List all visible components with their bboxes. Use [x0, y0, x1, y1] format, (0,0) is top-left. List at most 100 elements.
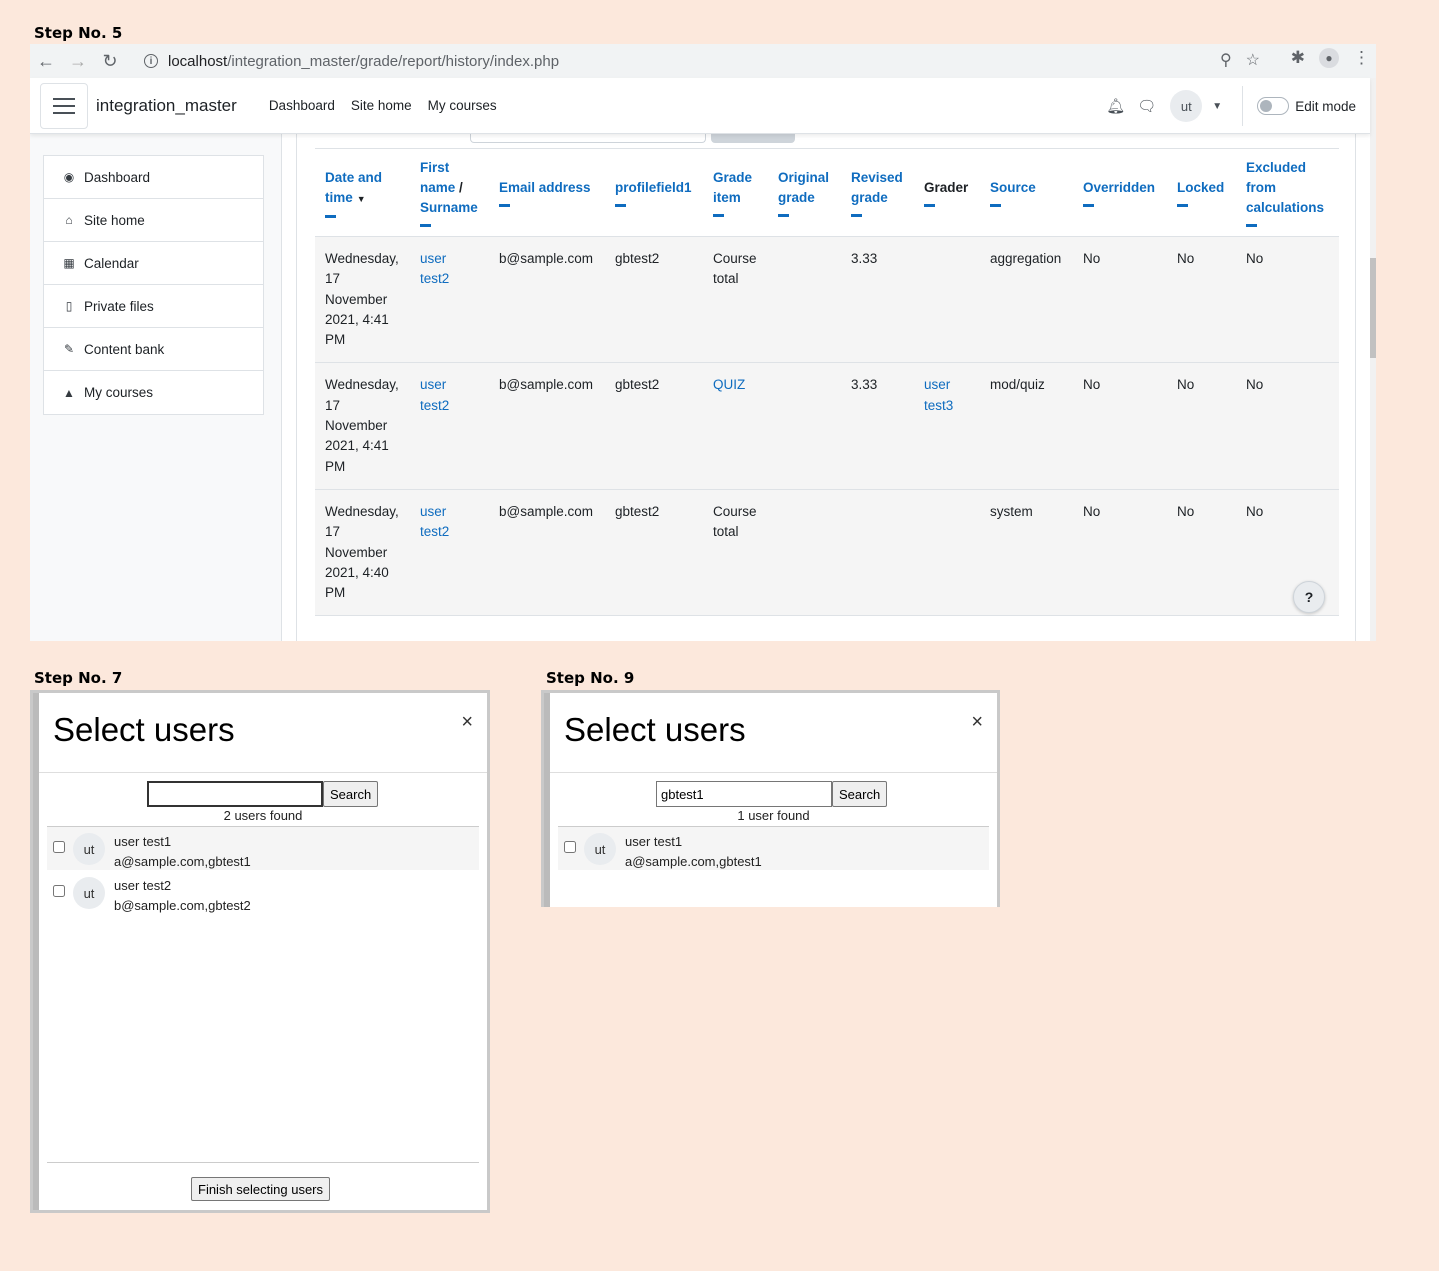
user-select-checkbox[interactable]	[53, 885, 65, 897]
user-list-item[interactable]: ut user test1 a@sample.com,gbtest1	[47, 827, 479, 871]
col-revised-grade[interactable]: Revised grade	[841, 148, 914, 237]
info-icon[interactable]: i	[144, 54, 158, 68]
close-icon[interactable]: ×	[461, 711, 473, 734]
cell-profilefield1: gbtest2	[605, 362, 703, 490]
user-link[interactable]: user test2	[420, 251, 449, 286]
col-overridden[interactable]: Overridden	[1073, 148, 1167, 237]
collapse-icon[interactable]	[713, 214, 724, 217]
cell-date: Wednesday, 17 November 2021, 4:41 PM	[315, 236, 410, 364]
user-list-item[interactable]: ut user test2 b@sample.com,gbtest2	[47, 871, 479, 915]
user-search-input[interactable]	[656, 781, 832, 807]
col-profilefield1[interactable]: profilefield1	[605, 148, 703, 237]
cell-original-grade	[768, 236, 841, 364]
step7-dialog: Select users × Search 2 users found ut us…	[30, 690, 490, 1213]
cell-source: system	[980, 489, 1073, 617]
drawer-item-site-home[interactable]: ⌂ Site home	[44, 199, 263, 242]
user-info: user test2 b@sample.com,gbtest2	[114, 876, 251, 916]
col-excluded[interactable]: Excluded from calculations	[1236, 148, 1339, 237]
close-icon[interactable]: ×	[971, 711, 983, 734]
cell-grade-item: QUIZ	[703, 362, 768, 490]
nav-site-home[interactable]: Site home	[351, 98, 412, 113]
graduation-cap-icon: ▲	[63, 385, 75, 400]
table-row: Wednesday, 17 November 2021, 4:40 PM user test…	[315, 489, 1339, 617]
hamburger-menu-icon[interactable]	[40, 82, 88, 129]
col-original-grade[interactable]: Original grade	[768, 148, 841, 237]
user-name: user test1	[114, 834, 172, 849]
nav-my-courses[interactable]: My courses	[428, 98, 497, 113]
collapse-icon[interactable]	[778, 214, 789, 217]
grader-link[interactable]: user test3	[924, 377, 953, 412]
search-button[interactable]: Search	[323, 781, 379, 807]
cell-profilefield1: gbtest2	[605, 236, 703, 364]
collapse-icon[interactable]	[325, 214, 336, 218]
user-list-item[interactable]: ut user test1 a@sample.com,gbtest1	[558, 827, 989, 871]
user-select-checkbox[interactable]	[564, 841, 576, 853]
divider	[1242, 86, 1244, 126]
profile-icon[interactable]: ●	[1319, 48, 1339, 68]
col-email[interactable]: Email address	[489, 148, 605, 237]
col-name: First name / Surname	[410, 148, 489, 237]
collapse-icon[interactable]	[615, 204, 626, 207]
cell-revised-grade	[841, 489, 914, 617]
user-info: user test1 a@sample.com,gbtest1	[114, 832, 251, 872]
drawer-item-dashboard[interactable]: ◉ Dashboard	[44, 156, 263, 199]
collapse-icon[interactable]	[1246, 224, 1257, 227]
drawer-item-label: Content bank	[84, 341, 165, 357]
cell-email: b@sample.com	[489, 489, 605, 617]
drawer-item-my-courses[interactable]: ▲ My courses	[44, 371, 263, 414]
cell-grader	[914, 489, 980, 617]
collapse-icon[interactable]	[1177, 204, 1188, 207]
drawer-item-calendar[interactable]: ▦ Calendar	[44, 242, 263, 285]
user-select-checkbox[interactable]	[53, 841, 65, 853]
zoom-icon[interactable]: ⚲	[1220, 50, 1232, 70]
reload-icon[interactable]: ↻	[94, 46, 126, 76]
cell-grade-item: Course total	[703, 489, 768, 617]
bookmark-star-icon[interactable]: ☆	[1246, 50, 1260, 70]
collapse-icon[interactable]	[499, 204, 510, 207]
step9-dialog: Select users × Search 1 user found utuse…	[541, 690, 1000, 907]
collapse-icon[interactable]	[851, 214, 862, 217]
nav-dashboard[interactable]: Dashboard	[269, 98, 335, 113]
drawer-item-private-files[interactable]: ▯ Private files	[44, 285, 263, 328]
user-search-input[interactable]	[147, 781, 323, 807]
help-button[interactable]: ?	[1293, 581, 1325, 613]
cell-email: b@sample.com	[489, 362, 605, 490]
search-button[interactable]: Search	[832, 781, 888, 807]
edit-mode-toggle[interactable]	[1257, 97, 1290, 115]
grade-item-link[interactable]: QUIZ	[713, 377, 745, 392]
scrollbar-thumb[interactable]	[1370, 258, 1376, 358]
user-link[interactable]: user test2	[420, 504, 449, 539]
extensions-icon[interactable]: ✱	[1291, 48, 1305, 68]
col-date[interactable]: Date and time ▼	[315, 148, 410, 237]
kebab-menu-icon[interactable]: ⋮	[1353, 48, 1370, 68]
collapse-icon[interactable]	[990, 204, 1001, 207]
collapse-icon[interactable]	[420, 224, 431, 227]
caret-down-icon[interactable]: ▼	[1212, 101, 1222, 112]
drawer-item-label: Dashboard	[84, 169, 151, 185]
drawer-item-content-bank[interactable]: ✎ Content bank	[44, 328, 263, 371]
top-navbar: integration_master Dashboard Site home M…	[30, 78, 1370, 134]
cell-overridden: No	[1073, 489, 1167, 617]
col-locked[interactable]: Locked	[1167, 148, 1236, 237]
collapse-icon[interactable]	[924, 204, 935, 207]
chat-icon[interactable]: 🗨︎	[1137, 97, 1156, 115]
col-source[interactable]: Source	[980, 148, 1073, 237]
bell-icon[interactable]: 🔔︎	[1106, 97, 1125, 115]
user-name: user test2	[114, 878, 172, 893]
url-path: /integration_master/grade/report/history…	[227, 52, 560, 70]
back-icon[interactable]: ←	[30, 46, 62, 76]
dashboard-icon: ◉	[63, 170, 75, 184]
browser-toolbar: ← → ↻ i localhost/integration_master/gra…	[30, 44, 1376, 78]
site-name[interactable]: integration_master	[96, 96, 237, 116]
forward-icon[interactable]: →	[62, 46, 94, 76]
url-host: localhost	[168, 52, 228, 70]
address-bar[interactable]: i localhost/integration_master/grade/rep…	[134, 46, 1256, 76]
user-link[interactable]: user test2	[420, 377, 449, 412]
scrollbar[interactable]	[1370, 78, 1376, 641]
user-avatar[interactable]: ut	[1170, 90, 1203, 122]
finish-selecting-users-button[interactable]: Finish selecting users	[191, 1177, 330, 1201]
col-grade-item[interactable]: Grade item	[703, 148, 768, 237]
collapse-icon[interactable]	[1083, 204, 1094, 207]
cell-date: Wednesday, 17 November 2021, 4:40 PM	[315, 489, 410, 617]
step7-label: Step No. 7	[34, 669, 123, 687]
